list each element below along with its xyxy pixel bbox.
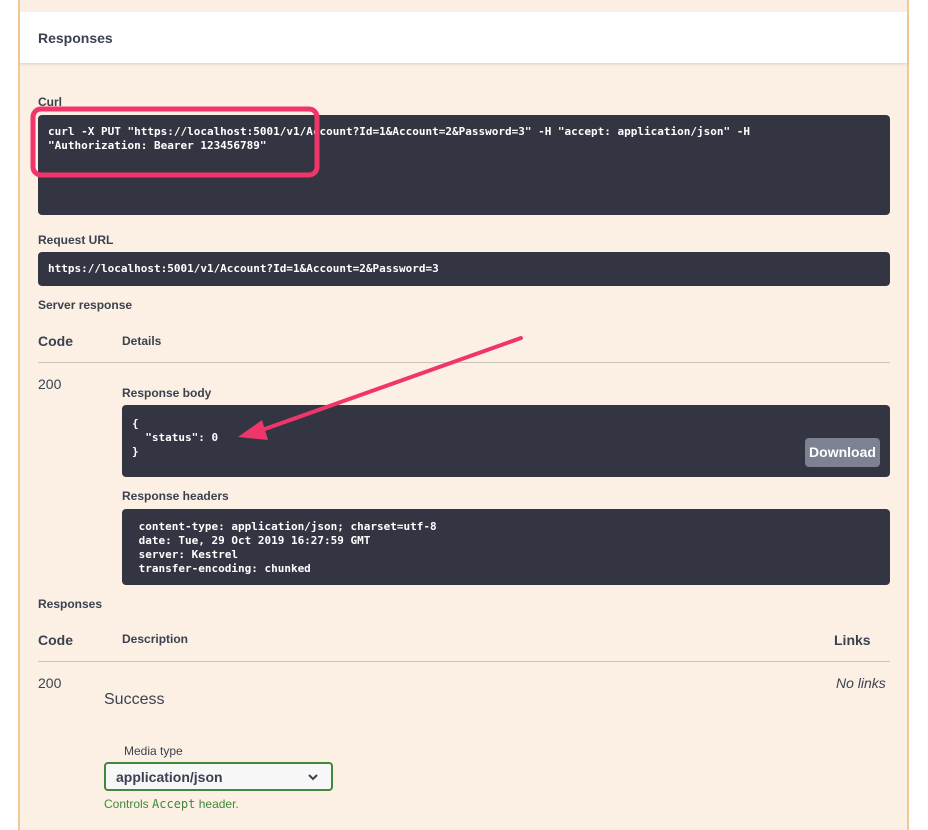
curl-command-block[interactable]: curl -X PUT "https://localhost:5001/v1/A… <box>38 115 890 215</box>
responses-title: Responses <box>38 30 113 46</box>
response-headers-label: Response headers <box>122 489 229 503</box>
media-type-value: application/json <box>116 769 223 785</box>
top-strip <box>20 0 907 12</box>
controls-accept-note: Controls Accept header. <box>104 797 239 811</box>
chevron-down-icon <box>308 774 318 781</box>
response-body-label: Response body <box>122 386 212 400</box>
response-headers-block[interactable]: content-type: application/json; charset=… <box>122 509 890 585</box>
responses-table-divider <box>38 661 890 662</box>
responses-code: 200 <box>38 675 62 691</box>
controls-suffix: header. <box>195 797 239 811</box>
responses-links-header: Links <box>834 632 871 648</box>
download-button[interactable]: Download <box>805 438 880 467</box>
request-url-label: Request URL <box>38 233 114 247</box>
server-table-divider <box>38 362 890 363</box>
media-type-label: Media type <box>124 744 183 758</box>
request-url-block[interactable]: https://localhost:5001/v1/Account?Id=1&A… <box>38 252 890 286</box>
responses-code-header: Code <box>38 632 73 648</box>
server-response-label: Server response <box>38 298 133 312</box>
accept-code: Accept <box>152 797 196 811</box>
responses-label: Responses <box>38 597 103 611</box>
server-code-header: Code <box>38 333 73 349</box>
server-response-code: 200 <box>38 376 62 392</box>
controls-prefix: Controls <box>104 797 153 811</box>
server-details-header: Details <box>122 334 162 348</box>
responses-section-header: Responses <box>20 12 907 64</box>
curl-label: Curl <box>38 95 62 109</box>
response-body-block[interactable]: { "status": 0 } <box>122 405 890 477</box>
responses-description-header: Description <box>122 632 189 646</box>
media-type-select[interactable]: application/json <box>104 762 333 791</box>
no-links-text: No links <box>836 675 886 691</box>
response-description: Success <box>104 691 165 708</box>
